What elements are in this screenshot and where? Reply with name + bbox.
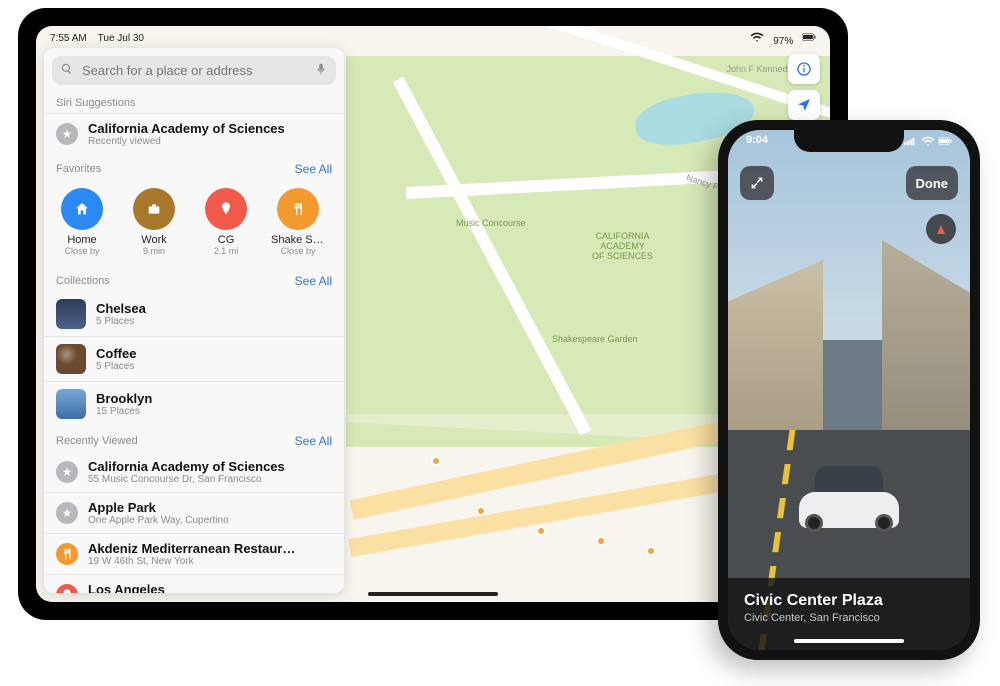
map-poi-dot[interactable]	[476, 506, 486, 516]
collection-thumb	[56, 344, 86, 374]
favorite-sub: Close by	[280, 246, 315, 256]
iphone-notch	[794, 130, 904, 152]
battery-text: 97%	[773, 36, 793, 47]
row-title: Akdeniz Mediterranean Restaur…	[88, 541, 295, 556]
lookaround-done-button[interactable]: Done	[906, 166, 959, 200]
caption-title: Civic Center Plaza	[744, 592, 954, 610]
search-input[interactable]	[82, 63, 306, 78]
home-indicator[interactable]	[368, 592, 498, 596]
favorite-item[interactable]: Shake Sh…Close by	[272, 188, 324, 256]
recent-row[interactable]: Akdeniz Mediterranean Restaur…19 W 46th …	[44, 533, 344, 574]
collection-row[interactable]: Brooklyn15 Places	[44, 381, 344, 426]
row-subtitle: 19 W 46th St, New York	[88, 556, 295, 567]
favorite-sub: 2.1 mi	[214, 246, 239, 256]
iphone-device-frame: 9:04 Done Civic Center Plaza Civic Cente…	[718, 120, 980, 660]
search-field[interactable]	[52, 56, 336, 85]
star-icon: ★	[56, 502, 78, 524]
collection-row[interactable]: Coffee5 Places	[44, 336, 344, 381]
favorite-label: CG	[218, 234, 235, 246]
row-title: Coffee	[96, 346, 136, 361]
status-time: 9:04	[746, 134, 768, 151]
favorite-item[interactable]: CG2.1 mi	[200, 188, 252, 256]
lookaround-top-controls: Done	[740, 166, 958, 200]
search-panel: Siri Suggestions ★ California Academy of…	[44, 48, 344, 593]
see-all-collections[interactable]: See All	[295, 274, 332, 288]
favorite-sub: 9 min	[143, 246, 165, 256]
favorite-item[interactable]: Work9 min	[128, 188, 180, 256]
section-title: Siri Suggestions	[56, 97, 136, 109]
section-title: Recently Viewed	[56, 435, 138, 447]
star-icon: ★	[56, 123, 78, 145]
row-title: California Academy of Sciences	[88, 459, 285, 474]
favorite-item[interactable]: HomeClose by	[56, 188, 108, 256]
home-indicator[interactable]	[794, 639, 904, 643]
section-header-recent: Recently Viewed See All	[44, 426, 344, 452]
collection-row[interactable]: Chelsea5 Places	[44, 292, 344, 336]
ipad-screen: John F Kennedy Dr Nancy Pelosi Dr CALIFO…	[36, 26, 830, 602]
food-icon	[56, 543, 78, 565]
see-all-favorites[interactable]: See All	[295, 162, 332, 176]
map-locate-button[interactable]	[788, 90, 820, 120]
map-poi-label: CALIFORNIA ACADEMY OF SCIENCES	[592, 231, 653, 261]
row-title: California Academy of Sciences	[88, 121, 285, 136]
recent-row[interactable]: Los AngelesUnited States	[44, 574, 344, 593]
row-subtitle: 15 Places	[96, 406, 152, 417]
map-poi-label: Music Concourse	[456, 218, 526, 228]
map-poi-dot[interactable]	[646, 546, 656, 556]
map-poi-dot[interactable]	[536, 526, 546, 536]
collections-list: Chelsea5 PlacesCoffee5 PlacesBrooklyn15 …	[44, 292, 344, 426]
favorite-label: Home	[67, 234, 96, 246]
favorites-scroll[interactable]: HomeClose byWork9 minCG2.1 miShake Sh…Cl…	[44, 180, 344, 266]
row-subtitle: Recently viewed	[88, 136, 285, 147]
row-title: Chelsea	[96, 301, 146, 316]
pin-icon	[56, 584, 78, 593]
row-title: Brooklyn	[96, 391, 152, 406]
map-info-button[interactable]	[788, 54, 820, 84]
ipad-status-bar: 7:55 AM Tue Jul 30 97%	[36, 29, 830, 47]
home-icon	[61, 188, 103, 230]
row-subtitle: 5 Places	[96, 361, 136, 372]
section-header-favorites: Favorites See All	[44, 154, 344, 180]
collection-thumb	[56, 299, 86, 329]
star-icon: ★	[56, 461, 78, 483]
work-icon	[133, 188, 175, 230]
see-all-recent[interactable]: See All	[295, 434, 332, 448]
status-time: 7:55 AM	[50, 33, 87, 44]
favorite-sub: Close by	[64, 246, 99, 256]
row-title: Los Angeles	[88, 582, 165, 593]
favorite-label: Shake Sh…	[271, 234, 325, 246]
map-poi-dot[interactable]	[596, 536, 606, 546]
collection-thumb	[56, 389, 86, 419]
battery-icon	[802, 36, 816, 47]
recent-row[interactable]: ★ Apple ParkOne Apple Park Way, Cupertino	[44, 492, 344, 533]
section-title: Favorites	[56, 163, 101, 175]
map-poi-label: Shakespeare Garden	[552, 334, 638, 344]
food-icon	[277, 188, 319, 230]
lookaround-car	[799, 460, 899, 538]
row-subtitle: One Apple Park Way, Cupertino	[88, 515, 229, 526]
map-poi-dot[interactable]	[431, 456, 441, 466]
section-header-collections: Collections See All	[44, 266, 344, 292]
siri-suggestion-row[interactable]: ★ California Academy of Sciences Recentl…	[44, 113, 344, 154]
wifi-icon	[750, 36, 767, 47]
search-icon	[60, 62, 74, 79]
status-date: Tue Jul 30	[98, 33, 144, 44]
caption-subtitle: Civic Center, San Francisco	[744, 612, 954, 624]
row-subtitle: 55 Music Concourse Dr, San Francisco	[88, 474, 285, 485]
lookaround-compass[interactable]	[926, 214, 956, 244]
iphone-screen: 9:04 Done Civic Center Plaza Civic Cente…	[728, 130, 970, 650]
section-header-siri: Siri Suggestions	[44, 89, 344, 113]
section-title: Collections	[56, 275, 110, 287]
row-subtitle: 5 Places	[96, 316, 146, 327]
status-icons	[904, 134, 952, 151]
recent-row[interactable]: ★ California Academy of Sciences55 Music …	[44, 452, 344, 492]
pin-icon	[205, 188, 247, 230]
lookaround-shrink-button[interactable]	[740, 166, 774, 200]
row-title: Apple Park	[88, 500, 229, 515]
recent-list: ★ California Academy of Sciences55 Music …	[44, 452, 344, 593]
dictate-icon[interactable]	[314, 62, 328, 79]
favorite-label: Work	[141, 234, 166, 246]
